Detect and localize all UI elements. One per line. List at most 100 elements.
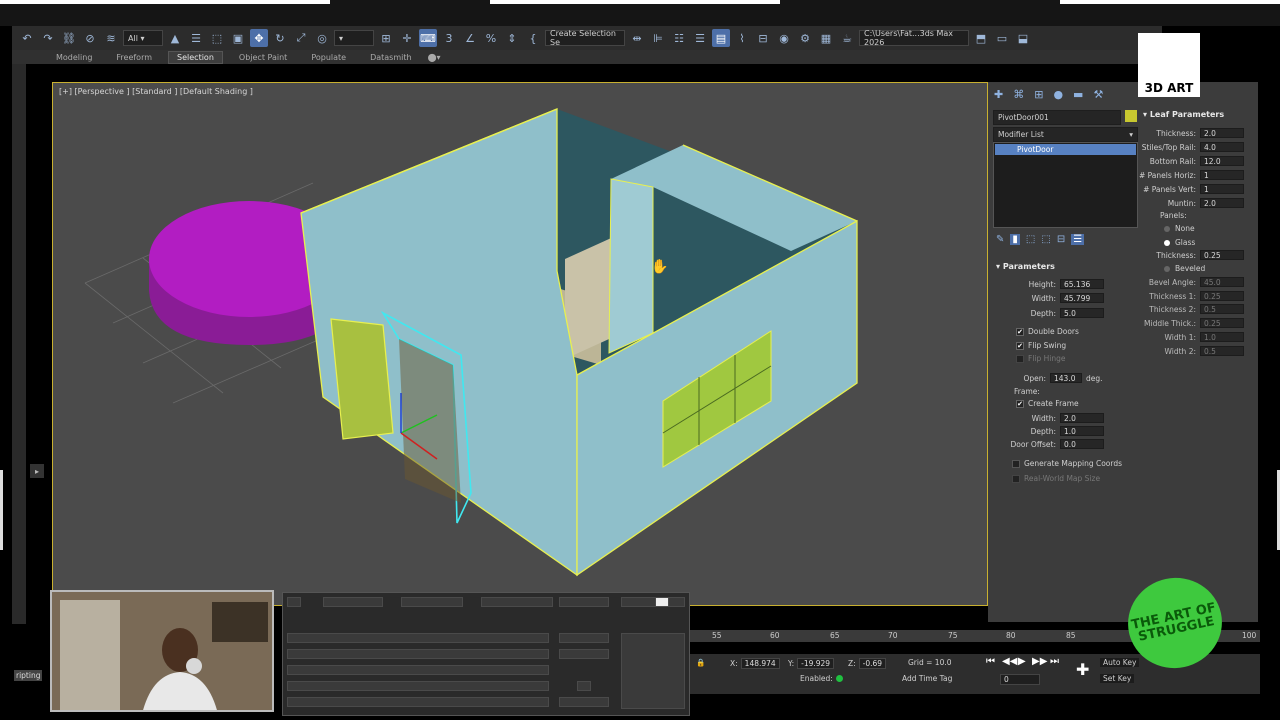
stiles-spinner[interactable]: 4.0	[1200, 142, 1244, 152]
ribbon-toggle-icon[interactable]: ▤	[712, 29, 730, 47]
flip-hinge-checkbox[interactable]: Flip Hinge	[1016, 354, 1065, 363]
make-unique-icon[interactable]: ⬚	[1026, 234, 1035, 245]
utilities-tab-icon[interactable]: ⚒	[1093, 88, 1103, 101]
double-doors-checkbox[interactable]: ✔ Double Doors	[1016, 327, 1079, 336]
enabled-toggle[interactable]: Enabled:	[800, 674, 843, 683]
width2-spinner[interactable]: 0.5	[1200, 346, 1244, 356]
render-setup-icon[interactable]: ⚙	[796, 29, 814, 47]
frame-width-spinner[interactable]: 2.0	[1060, 413, 1104, 423]
pin-stack-icon[interactable]: ✎	[996, 234, 1004, 245]
schematic-view-icon[interactable]: ⊟	[754, 29, 772, 47]
height-spinner[interactable]: 65.136	[1060, 279, 1104, 289]
redo-icon[interactable]: ↷	[39, 29, 57, 47]
tab-freeform[interactable]: Freeform	[108, 52, 160, 63]
render-frame-icon[interactable]: ▦	[817, 29, 835, 47]
object-name-field[interactable]: PivotDoor001	[993, 110, 1121, 125]
project-folder-icon[interactable]: ⬒	[972, 29, 990, 47]
glass-thickness-spinner[interactable]: 0.25	[1200, 250, 1244, 260]
render-icon[interactable]: ☕	[838, 29, 856, 47]
rect-selection-icon[interactable]: ⬚	[208, 29, 226, 47]
tab-datasmith[interactable]: Datasmith	[362, 52, 420, 63]
tab-populate[interactable]: Populate	[303, 52, 354, 63]
project-path-field[interactable]: C:\Users\Fat...3ds Max 2026	[859, 29, 969, 47]
reference-coord-dropdown[interactable]: ▾	[334, 30, 374, 46]
modifier-list-dropdown[interactable]: Modifier List ▾	[993, 127, 1138, 142]
leaf-thickness-spinner[interactable]: 2.0	[1200, 128, 1244, 138]
panels-horiz-spinner[interactable]: 1	[1200, 170, 1244, 180]
parameters-rollout-title[interactable]: ▾ Parameters	[996, 262, 1055, 271]
place-icon[interactable]: ◎	[313, 29, 331, 47]
y-spinner[interactable]: -19.929	[797, 658, 835, 669]
configure-sets-icon[interactable]: ⊟	[1057, 234, 1065, 245]
open-spinner[interactable]: 143.0	[1050, 373, 1082, 383]
workspace-icon[interactable]: ⬓	[1014, 29, 1032, 47]
window-crossing-icon[interactable]: ▣	[229, 29, 247, 47]
perspective-viewport[interactable]: [+] [Perspective ] [Standard ] [Default …	[52, 82, 988, 606]
select-by-name-icon[interactable]: ☰	[187, 29, 205, 47]
object-color-swatch[interactable]	[1125, 110, 1137, 122]
flip-swing-checkbox[interactable]: ✔ Flip Swing	[1016, 341, 1066, 350]
angle-snap-icon[interactable]: ∠	[461, 29, 479, 47]
stack-item-pivotdoor[interactable]: PivotDoor	[995, 144, 1136, 155]
select-manipulate-icon[interactable]: ✛	[398, 29, 416, 47]
scene-explorer-icon[interactable]: ☷	[670, 29, 688, 47]
selection-filter-dropdown[interactable]: All ▾	[123, 30, 163, 46]
lock-icon[interactable]: 🔒	[696, 658, 705, 667]
next-frame-icon[interactable]: ▶▶	[1032, 656, 1047, 667]
glass-radio[interactable]: Glass	[1164, 238, 1195, 247]
tab-object-paint[interactable]: Object Paint	[231, 52, 295, 63]
z-spinner[interactable]: -0.69	[858, 658, 887, 669]
select-rotate-icon[interactable]: ↻	[271, 29, 289, 47]
select-move-icon[interactable]: ✥	[250, 29, 268, 47]
set-key-button[interactable]: Set Key	[1100, 674, 1135, 683]
viewport-expand-icon[interactable]: ▸	[30, 464, 44, 478]
configure-icon[interactable]: ☰	[1071, 234, 1085, 245]
unlink-icon[interactable]: ⊘	[81, 29, 99, 47]
bottom-rail-spinner[interactable]: 12.0	[1200, 156, 1244, 166]
named-selection-set-input[interactable]: Create Selection Se	[545, 29, 625, 47]
muntin-spinner[interactable]: 2.0	[1200, 198, 1244, 208]
bevel-angle-spinner[interactable]: 45.0	[1200, 277, 1244, 287]
create-tab-icon[interactable]: ✚	[994, 88, 1003, 101]
thickness1-spinner[interactable]: 0.25	[1200, 291, 1244, 301]
snap-toggle-icon[interactable]: 3	[440, 29, 458, 47]
door-offset-spinner[interactable]: 0.0	[1060, 439, 1104, 449]
width-spinner[interactable]: 45.799	[1060, 293, 1104, 303]
pivot-icon[interactable]: ⊞	[377, 29, 395, 47]
auto-key-button[interactable]: Auto Key	[1100, 658, 1140, 667]
current-frame-field[interactable]: 0	[1000, 674, 1040, 685]
align-icon[interactable]: ⊫	[649, 29, 667, 47]
motion-tab-icon[interactable]: ●	[1053, 88, 1063, 101]
depth-spinner[interactable]: 5.0	[1060, 308, 1104, 318]
tab-modeling[interactable]: Modeling	[48, 52, 100, 63]
generate-mapping-checkbox[interactable]: Generate Mapping Coords	[1012, 459, 1122, 468]
show-end-result-icon[interactable]: ▮	[1010, 234, 1020, 245]
remove-modifier-icon[interactable]: ⬚	[1041, 234, 1050, 245]
play-icon[interactable]: ▶	[1018, 656, 1026, 667]
layer-explorer-icon[interactable]: ☰	[691, 29, 709, 47]
select-object-icon[interactable]: ▲	[166, 29, 184, 47]
display-tab-icon[interactable]: ▬	[1073, 88, 1083, 101]
percent-snap-icon[interactable]: %	[482, 29, 500, 47]
width1-spinner[interactable]: 1.0	[1200, 332, 1244, 342]
modify-tab-icon[interactable]: ⌘	[1013, 88, 1024, 101]
select-scale-icon[interactable]: ⤢	[292, 29, 310, 47]
browse-icon[interactable]: ▭	[993, 29, 1011, 47]
thickness2-spinner[interactable]: 0.5	[1200, 304, 1244, 314]
edit-named-selection-icon[interactable]: {	[524, 29, 542, 47]
undo-icon[interactable]: ↶	[18, 29, 36, 47]
hierarchy-tab-icon[interactable]: ⊞	[1034, 88, 1043, 101]
prev-frame-icon[interactable]: ◀◀	[1002, 656, 1017, 667]
none-radio[interactable]: None	[1164, 224, 1195, 233]
real-world-map-checkbox[interactable]: Real-World Map Size	[1012, 474, 1100, 483]
set-key-mode-icon[interactable]: ✚	[1076, 660, 1089, 679]
frame-depth-spinner[interactable]: 1.0	[1060, 426, 1104, 436]
middle-thick-spinner[interactable]: 0.25	[1200, 318, 1244, 328]
material-editor-icon[interactable]: ◉	[775, 29, 793, 47]
add-time-tag-button[interactable]: Add Time Tag	[902, 674, 952, 683]
bind-space-warp-icon[interactable]: ≋	[102, 29, 120, 47]
keyboard-shortcut-icon[interactable]: ⌨	[419, 29, 437, 47]
leaf-parameters-rollout-title[interactable]: ▾ Leaf Parameters	[1143, 110, 1224, 119]
create-frame-checkbox[interactable]: ✔ Create Frame	[1016, 399, 1079, 408]
goto-start-icon[interactable]: ⏮	[986, 656, 995, 667]
